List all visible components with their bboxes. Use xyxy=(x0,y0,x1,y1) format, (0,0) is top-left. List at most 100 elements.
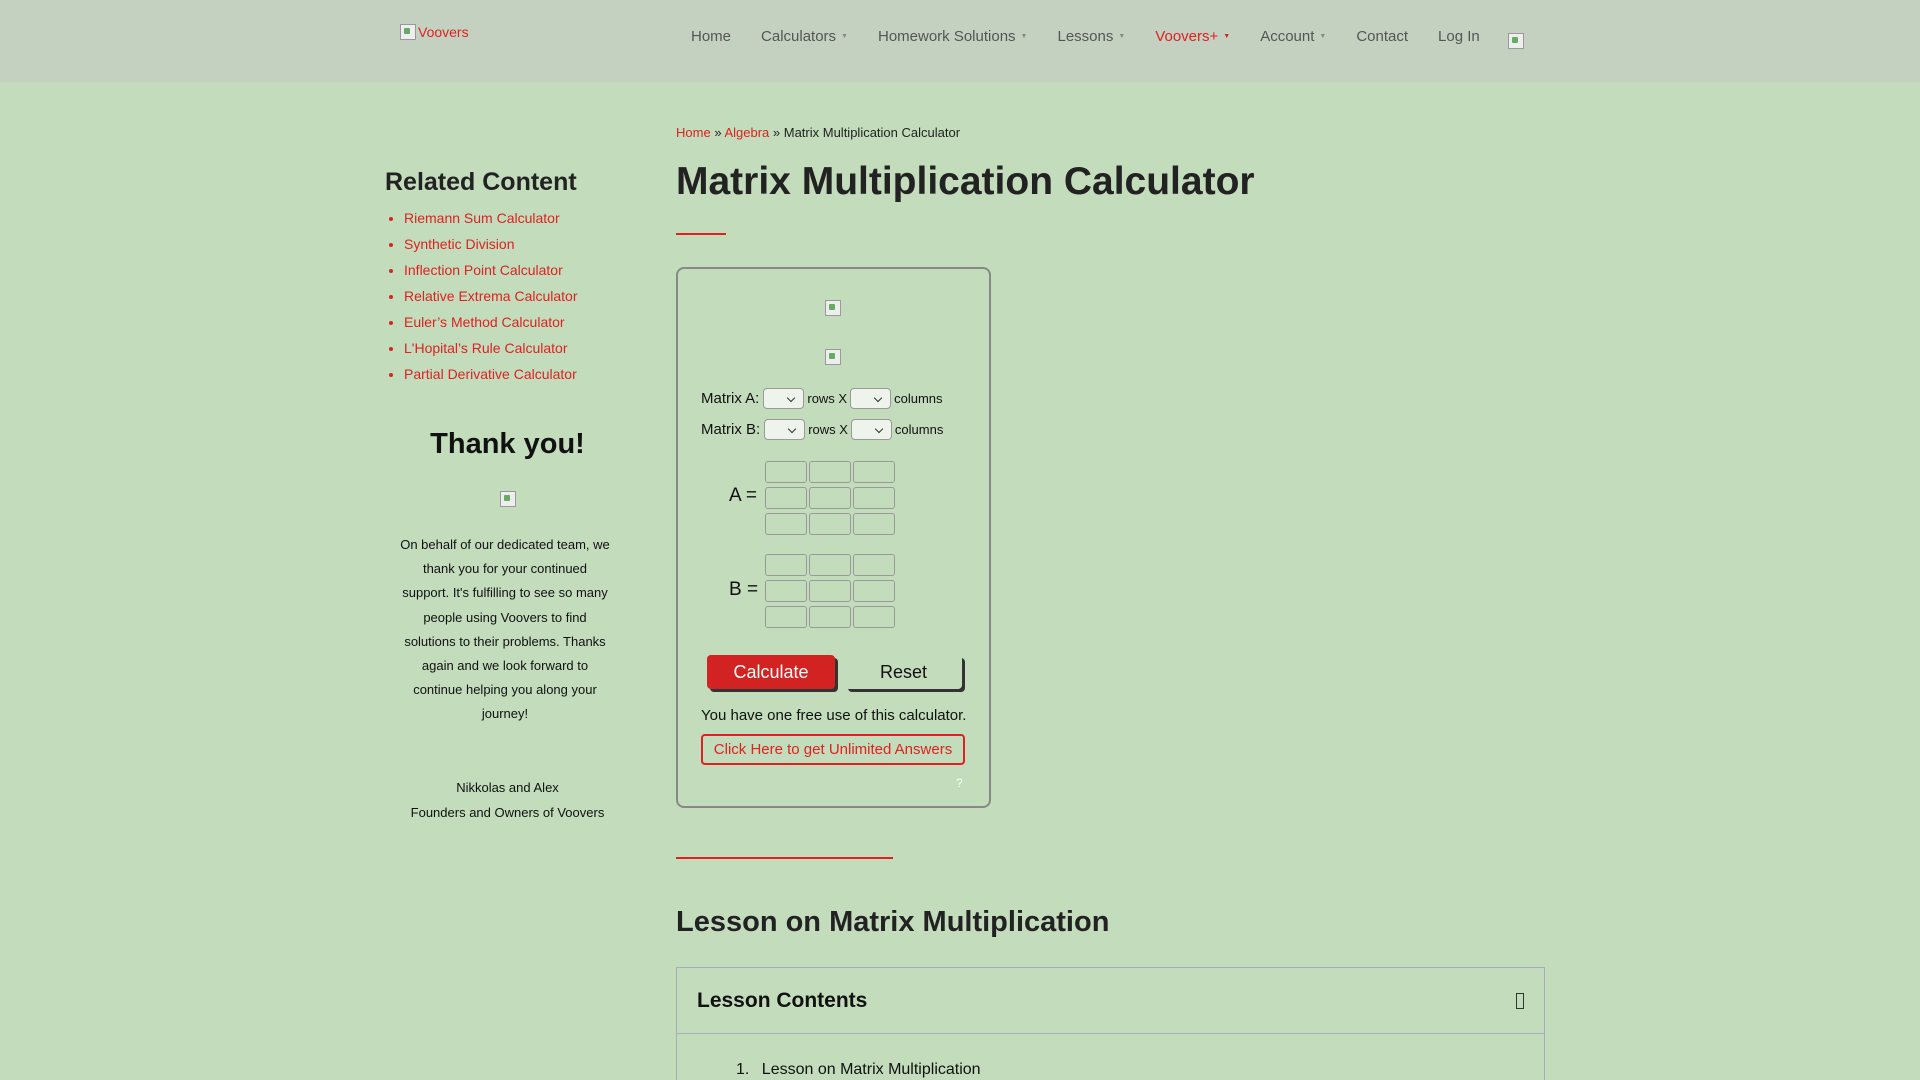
broken-image-icon xyxy=(825,300,841,316)
nav-account[interactable]: Account ▼ xyxy=(1260,28,1326,45)
nav-account-label: Account xyxy=(1260,28,1315,45)
related-link[interactable]: L'Hopital’s Rule Calculator xyxy=(404,340,568,356)
calculate-button[interactable]: Calculate xyxy=(707,655,835,689)
list-item: Euler’s Method Calculator xyxy=(404,314,578,340)
nav-log-in[interactable]: Log In xyxy=(1438,28,1480,45)
account-image-icon[interactable] xyxy=(1508,33,1524,49)
matrix-b-cell[interactable] xyxy=(765,606,807,628)
matrix-b-cell[interactable] xyxy=(853,580,895,602)
signature-role: Founders and Owners of Voovers xyxy=(410,805,605,820)
nav-contact-label: Contact xyxy=(1356,28,1409,45)
matrix-a-cell[interactable] xyxy=(853,461,895,483)
broken-image-icon xyxy=(825,349,841,365)
page-title: Matrix Multiplication Calculator xyxy=(676,160,1255,203)
chevron-down-icon: ▼ xyxy=(1223,33,1231,40)
broken-image-icon xyxy=(500,491,516,507)
matrix-a-columns-select[interactable] xyxy=(850,388,892,409)
nav-lessons-label: Lessons xyxy=(1057,28,1114,45)
matrix-b-cell[interactable] xyxy=(809,554,851,576)
lesson-contents-header[interactable]: Lesson Contents xyxy=(677,968,1544,1034)
matrix-a-dimensions: Matrix A: rows X columns xyxy=(701,388,946,409)
list-item: Synthetic Division xyxy=(404,236,578,262)
site-logo[interactable]: Voovers xyxy=(400,24,469,40)
related-link[interactable]: Riemann Sum Calculator xyxy=(404,210,560,226)
nav-home[interactable]: Home xyxy=(691,28,731,45)
nav-contact[interactable]: Contact xyxy=(1356,28,1408,45)
columns-label: columns xyxy=(894,422,944,437)
signature-names: Nikkolas and Alex xyxy=(456,780,559,795)
matrix-b-rows-select[interactable] xyxy=(764,419,806,440)
matrix-b-dimensions: Matrix B: rows X columns xyxy=(701,419,946,440)
related-link[interactable]: Partial Derivative Calculator xyxy=(404,366,577,382)
help-icon[interactable]: ? xyxy=(956,776,963,790)
matrix-b-equals-label: B = xyxy=(729,579,759,600)
matrix-a-cell[interactable] xyxy=(765,461,807,483)
breadcrumb-home[interactable]: Home xyxy=(676,125,711,140)
matrix-b-label: Matrix B: xyxy=(701,421,761,438)
nav-calculators-label: Calculators xyxy=(761,28,837,45)
matrix-a-label: Matrix A: xyxy=(701,390,760,407)
thank-you-message: On behalf of our dedicated team, we than… xyxy=(400,537,610,722)
matrix-a-cell[interactable] xyxy=(809,513,851,535)
lesson-item-label: Lesson on Matrix Multiplication xyxy=(761,1061,981,1078)
nav-voovers-plus[interactable]: Voovers+ ▼ xyxy=(1155,28,1230,45)
top-navigation-bar: Voovers Home Calculators ▼ Homework Solut… xyxy=(0,0,1920,82)
nav-homework-solutions[interactable]: Homework Solutions ▼ xyxy=(878,28,1028,45)
matrix-a-equals-label: A = xyxy=(729,485,757,506)
unlimited-answers-button[interactable]: Click Here to get Unlimited Answers xyxy=(701,734,965,765)
matrix-a-cell[interactable] xyxy=(765,487,807,509)
title-divider xyxy=(676,233,726,235)
nav-login-label: Log In xyxy=(1438,28,1480,45)
matrix-a-cell[interactable] xyxy=(853,513,895,535)
related-link[interactable]: Euler’s Method Calculator xyxy=(404,314,565,330)
toggle-icon[interactable] xyxy=(1516,992,1524,1009)
breadcrumb-algebra[interactable]: Algebra xyxy=(724,125,769,140)
breadcrumb-separator: » xyxy=(772,125,781,140)
list-item: L'Hopital’s Rule Calculator xyxy=(404,340,578,366)
list-item: Partial Derivative Calculator xyxy=(404,366,578,392)
matrix-b-columns-select[interactable] xyxy=(850,419,892,440)
lesson-item-number: 1. xyxy=(736,1061,750,1078)
matrix-b-cell[interactable] xyxy=(765,554,807,576)
logo-alt-text: Voovers xyxy=(418,24,469,40)
matrix-b-cell[interactable] xyxy=(853,554,895,576)
main-nav: Home Calculators ▼ Homework Solutions ▼ Le… xyxy=(691,28,1510,45)
lesson-contents-item[interactable]: 1. Lesson on Matrix Multiplication xyxy=(736,1061,981,1079)
chevron-down-icon: ▼ xyxy=(841,33,848,40)
matrix-a-cell[interactable] xyxy=(809,487,851,509)
related-link[interactable]: Relative Extrema Calculator xyxy=(404,288,578,304)
list-item: Inflection Point Calculator xyxy=(404,262,578,288)
reset-button[interactable]: Reset xyxy=(845,655,962,689)
broken-image-icon xyxy=(400,24,416,40)
related-link[interactable]: Inflection Point Calculator xyxy=(404,262,563,278)
columns-label: columns xyxy=(894,391,943,406)
lesson-contents-title: Lesson Contents xyxy=(697,988,868,1012)
related-content-list: Riemann Sum Calculator Synthetic Divisio… xyxy=(404,210,578,392)
chevron-down-icon: ▼ xyxy=(1020,33,1028,40)
nav-home-label: Home xyxy=(691,28,732,45)
matrix-b-cell[interactable] xyxy=(809,606,851,628)
rows-x-label: rows X xyxy=(807,391,848,406)
thank-you-heading: Thank you! xyxy=(430,428,585,460)
lesson-divider xyxy=(676,857,893,859)
nav-calculators[interactable]: Calculators ▼ xyxy=(761,28,848,45)
matrix-a-cell[interactable] xyxy=(809,461,851,483)
breadcrumb: Home » Algebra » Matrix Multiplication C… xyxy=(676,125,960,140)
list-item: Relative Extrema Calculator xyxy=(404,288,578,314)
related-content-heading: Related Content xyxy=(385,168,577,196)
matrix-b-cell[interactable] xyxy=(809,580,851,602)
nav-voovers-plus-label: Voovers+ xyxy=(1155,28,1219,45)
matrix-a-cell[interactable] xyxy=(765,513,807,535)
lesson-contents-box: Lesson Contents 1. Lesson on Matrix Mult… xyxy=(676,967,1545,1080)
chevron-down-icon: ▼ xyxy=(1319,33,1327,40)
breadcrumb-current: Matrix Multiplication Calculator xyxy=(783,125,961,140)
list-item: Riemann Sum Calculator xyxy=(404,210,578,236)
matrix-a-rows-select[interactable] xyxy=(763,388,805,409)
matrix-b-cell[interactable] xyxy=(853,606,895,628)
related-link[interactable]: Synthetic Division xyxy=(404,236,515,252)
matrix-a-cell[interactable] xyxy=(853,487,895,509)
lesson-heading: Lesson on Matrix Multiplication xyxy=(676,906,1110,938)
nav-lessons[interactable]: Lessons ▼ xyxy=(1057,28,1125,45)
rows-x-label: rows X xyxy=(808,422,848,437)
matrix-b-cell[interactable] xyxy=(765,580,807,602)
